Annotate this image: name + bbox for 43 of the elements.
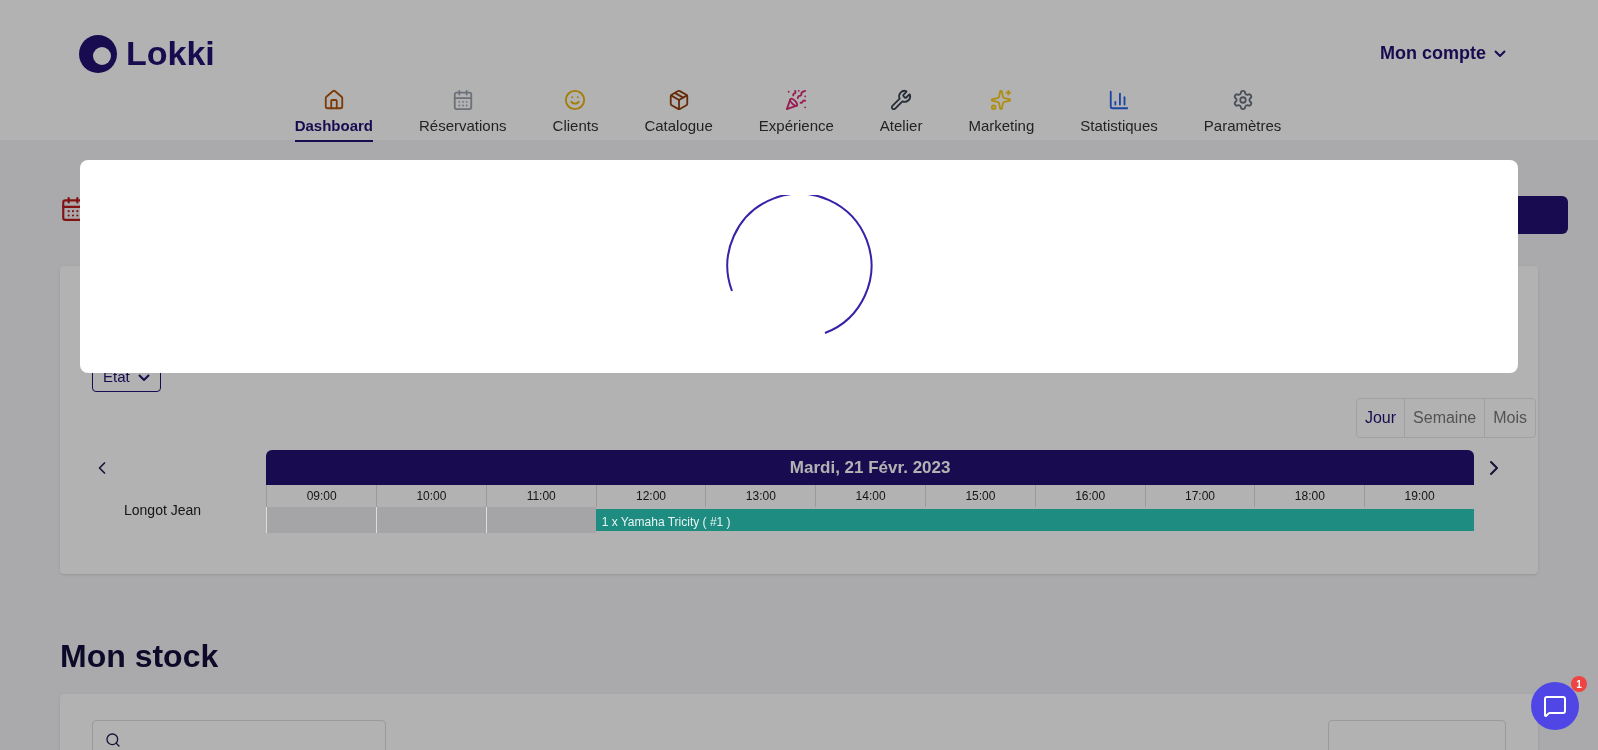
chevron-icon <box>137 373 150 381</box>
hour-label: 16:00 <box>1034 485 1145 507</box>
nav-tab[interactable]: Dashboard <box>294 89 373 142</box>
nav-tab[interactable]: Réservations <box>419 89 507 142</box>
nav-tab[interactable]: Marketing <box>968 89 1035 142</box>
search-icon <box>105 732 121 748</box>
chat-icon <box>1543 694 1567 718</box>
hour-label: 17:00 <box>1144 485 1255 507</box>
nav-tab[interactable]: Atelier <box>879 89 923 142</box>
search-field[interactable] <box>92 720 386 750</box>
section-title: Mon stock <box>60 637 220 676</box>
box-icon <box>667 89 690 111</box>
party-popper-icon <box>785 89 808 111</box>
nav-tab[interactable]: Paramètres <box>1203 89 1282 142</box>
nav-tab[interactable]: Expérience <box>758 89 834 142</box>
notification-badge: 1 <box>1571 676 1587 692</box>
wrench-icon <box>890 89 913 111</box>
view-tab[interactable]: Jour <box>1356 399 1405 437</box>
nav-tab[interactable]: Catalogue <box>644 89 713 142</box>
booking-label[interactable]: 1 x Yamaha Tricity ( #1 ) <box>595 513 737 531</box>
hour-label: 13:00 <box>705 485 816 507</box>
chat-button[interactable] <box>1531 682 1579 730</box>
sparkles-icon <box>990 89 1013 111</box>
smiley-icon <box>564 89 587 111</box>
calendar-icon <box>451 89 474 111</box>
chevron-icon <box>1494 50 1506 57</box>
view-tab[interactable]: Mois <box>1484 399 1535 437</box>
account-menu[interactable]: Mon compte <box>1380 40 1506 67</box>
logo-icon <box>78 33 118 74</box>
hour-label: 18:00 <box>1254 485 1365 507</box>
hour-label: 12:00 <box>595 485 706 507</box>
resource-name: Longot Jean <box>124 501 203 520</box>
hour-label: 19:00 <box>1364 485 1474 507</box>
nav-tab[interactable]: Clients <box>552 89 599 142</box>
view-tab[interactable]: Semaine <box>1404 399 1485 437</box>
hour-label: 14:00 <box>815 485 925 507</box>
brand-name: Lokki <box>126 33 215 74</box>
date-header: Mardi, 21 Févr. 2023 <box>266 450 1474 485</box>
bar-chart-icon <box>1108 89 1130 111</box>
settings-icon <box>1231 89 1254 111</box>
home-icon <box>322 89 345 111</box>
nav-tab[interactable]: Statistiques <box>1080 89 1158 142</box>
hour-label: 15:00 <box>925 485 1035 507</box>
